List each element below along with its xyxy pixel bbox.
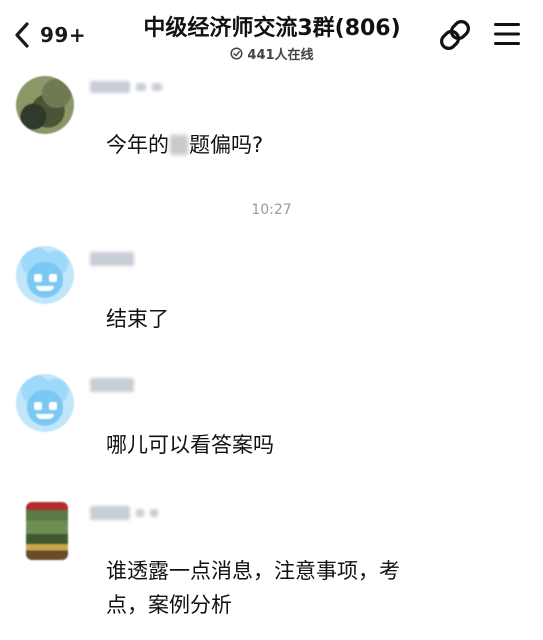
message-text: 谁透露一点消息，注意事项，考 点，案例分析: [106, 554, 476, 622]
chat-header: 99+ 中级经济师交流3群(806) 441人在线: [0, 0, 543, 66]
chat-title-area[interactable]: 中级经济师交流3群(806) 441人在线: [120, 10, 424, 63]
online-count: 441人在线: [247, 48, 314, 63]
group-link-button[interactable]: [436, 16, 474, 58]
avatar[interactable]: [16, 374, 74, 432]
group-link-icon: [440, 20, 470, 50]
sender-name-redacted: [90, 250, 134, 268]
message-text-line: 谁透露一点消息，注意事项，考: [106, 559, 400, 583]
online-clock-icon: [230, 47, 243, 60]
message-text-part: 题偏吗?: [189, 133, 264, 157]
message-text-line: 点，案例分析: [106, 593, 232, 617]
redacted-character: [170, 135, 188, 155]
sender-name-redacted: [90, 504, 158, 522]
sender-name-redacted: [90, 376, 134, 394]
menu-button[interactable]: [492, 20, 522, 52]
online-status: 441人在线: [120, 44, 424, 63]
message-text: 哪儿可以看答案吗: [106, 433, 274, 457]
back-button[interactable]: 99+: [14, 16, 86, 54]
message-text-part: 今年的: [106, 133, 169, 157]
chat-title: 中级经济师交流3群(806): [143, 16, 401, 41]
menu-icon: [494, 23, 520, 45]
avatar[interactable]: [16, 76, 74, 134]
timestamp-divider: 10:27: [251, 202, 292, 218]
unread-count: 99+: [40, 23, 87, 47]
message-text: 今年的 题偏吗?: [106, 128, 476, 162]
avatar[interactable]: [16, 246, 74, 304]
avatar[interactable]: [26, 502, 68, 560]
sender-name-redacted: [90, 78, 162, 96]
message-text: 结束了: [106, 307, 169, 331]
back-chevron-icon: [15, 22, 29, 48]
